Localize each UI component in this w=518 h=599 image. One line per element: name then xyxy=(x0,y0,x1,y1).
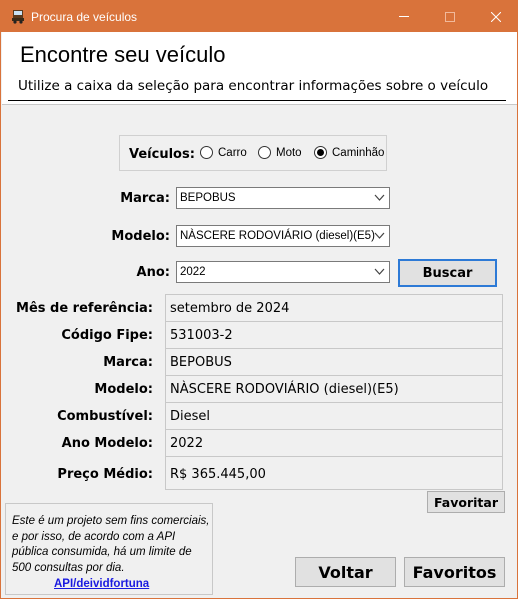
header-divider xyxy=(8,100,506,101)
minimize-button[interactable] xyxy=(381,1,427,32)
main-window: Procura de veículos Encontre seu veículo… xyxy=(0,0,518,599)
result-value-preco-medio: R$ 365.445,00 xyxy=(170,467,266,482)
voltar-button[interactable]: Voltar xyxy=(295,557,396,587)
api-link[interactable]: API/deividfortuna xyxy=(54,578,149,590)
radio-caminhao-label[interactable]: Caminhão xyxy=(332,147,384,159)
result-label-mes-referencia: Mês de referência: xyxy=(16,301,153,316)
ano-select[interactable]: 2022 xyxy=(176,261,390,283)
radio-caminhao[interactable]: Caminhão xyxy=(314,146,384,159)
ano-select-value: 2022 xyxy=(180,266,206,278)
result-label-combustivel: Combustível: xyxy=(57,409,153,424)
chevron-down-icon xyxy=(374,232,385,239)
buscar-button[interactable]: Buscar xyxy=(398,259,497,287)
result-field-ano-modelo[interactable]: 2022 xyxy=(165,429,503,457)
result-label-ano-modelo: Ano Modelo: xyxy=(61,436,153,451)
marca-select-value: BEPOBUS xyxy=(180,192,236,204)
ano-select-label: Ano: xyxy=(136,265,170,280)
close-icon xyxy=(491,11,501,22)
chevron-down-icon xyxy=(374,194,385,201)
marca-select[interactable]: BEPOBUS xyxy=(176,187,390,209)
window-title: Procura de veículos xyxy=(31,10,138,24)
page-title: Encontre seu veículo xyxy=(20,42,226,67)
result-label-codigo-fipe: Código Fipe: xyxy=(61,328,153,343)
minimize-icon xyxy=(399,16,409,17)
result-field-preco-medio[interactable]: R$ 365.445,00 xyxy=(165,456,503,490)
vehicle-type-group: Veículos: Carro Moto Caminhão xyxy=(119,135,387,171)
result-label-preco-medio: Preço Médio: xyxy=(57,467,153,482)
api-note-box: Este é um projeto sem fins comerciais, e… xyxy=(5,503,213,595)
radio-moto[interactable]: Moto xyxy=(258,146,302,159)
vehicle-app-icon xyxy=(12,10,24,24)
radio-moto-label[interactable]: Moto xyxy=(276,147,302,159)
page-subtitle: Utilize a caixa da seleção para encontra… xyxy=(18,78,489,94)
marca-select-label: Marca: xyxy=(120,191,170,206)
radio-carro-label[interactable]: Carro xyxy=(218,147,247,159)
chevron-down-icon xyxy=(374,268,385,275)
close-button[interactable] xyxy=(473,1,518,32)
api-note-text: Este é um projeto sem fins comerciais, e… xyxy=(12,515,210,574)
radio-carro-circle[interactable] xyxy=(200,146,213,159)
radio-carro[interactable]: Carro xyxy=(200,146,247,159)
result-value-combustivel: Diesel xyxy=(170,409,211,424)
maximize-icon xyxy=(445,11,455,22)
result-value-mes-referencia: setembro de 2024 xyxy=(170,301,290,316)
header-panel: Encontre seu veículo Utilize a caixa da … xyxy=(2,32,517,105)
favoritar-button[interactable]: Favoritar xyxy=(427,491,505,513)
radio-moto-circle[interactable] xyxy=(258,146,271,159)
result-field-marca[interactable]: BEPOBUS xyxy=(165,348,503,376)
result-label-modelo: Modelo: xyxy=(94,382,153,397)
modelo-select[interactable]: NÀSCERE RODOVIÁRIO (diesel)(E5) xyxy=(176,225,390,247)
result-field-modelo[interactable]: NÀSCERE RODOVIÁRIO (diesel)(E5) xyxy=(165,375,503,403)
modelo-select-label: Modelo: xyxy=(111,229,170,244)
title-bar[interactable]: Procura de veículos xyxy=(1,1,518,32)
modelo-select-value: NÀSCERE RODOVIÁRIO (diesel)(E5) xyxy=(180,230,375,242)
result-value-ano-modelo: 2022 xyxy=(170,436,204,451)
result-value-modelo: NÀSCERE RODOVIÁRIO (diesel)(E5) xyxy=(170,382,399,397)
radio-caminhao-circle[interactable] xyxy=(314,146,327,159)
maximize-button[interactable] xyxy=(427,1,473,32)
result-field-codigo-fipe[interactable]: 531003-2 xyxy=(165,321,503,349)
result-value-codigo-fipe: 531003-2 xyxy=(170,328,233,343)
result-label-marca: Marca: xyxy=(103,355,153,370)
favoritos-button[interactable]: Favoritos xyxy=(404,557,505,587)
result-field-combustivel[interactable]: Diesel xyxy=(165,402,503,430)
result-field-mes-referencia[interactable]: setembro de 2024 xyxy=(165,294,503,322)
vehicle-type-label: Veículos: xyxy=(129,147,195,162)
result-value-marca: BEPOBUS xyxy=(170,355,232,370)
